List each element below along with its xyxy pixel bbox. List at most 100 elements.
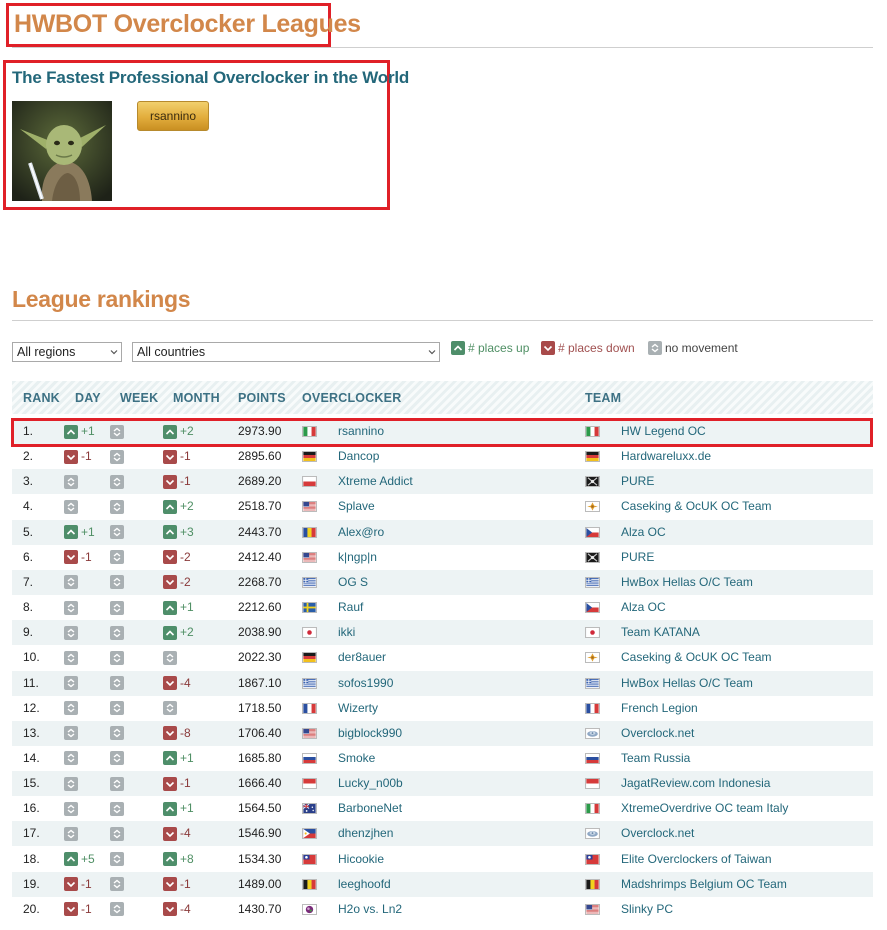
team-link[interactable]: Team Russia: [621, 746, 690, 771]
overclocker-link[interactable]: Smoke: [338, 746, 375, 771]
country-flag-icon: [302, 451, 317, 463]
points-cell: 2268.70: [238, 574, 282, 589]
team-link[interactable]: Madshrimps Belgium OC Team: [621, 872, 787, 897]
col-points[interactable]: POINTS: [238, 391, 286, 405]
week-cell: [110, 696, 124, 721]
team-link[interactable]: Overclock.net: [621, 721, 694, 746]
no-movement-icon: [110, 449, 124, 464]
country-select[interactable]: All countries: [132, 342, 440, 362]
overclocker-link[interactable]: dhenzjhen: [338, 821, 393, 846]
overclocker-link[interactable]: Xtreme Addict: [338, 469, 413, 494]
team-flag-icon: [585, 652, 600, 664]
day-change: +5: [81, 851, 95, 866]
team-flag-icon: [585, 828, 600, 840]
month-change: +3: [180, 524, 194, 539]
leader-avatar[interactable]: [12, 101, 112, 201]
arrow-down-icon: [163, 550, 177, 565]
no-movement-icon: [64, 701, 78, 716]
overclocker-link[interactable]: Dancop: [338, 444, 379, 469]
overclocker-link[interactable]: Wizerty: [338, 696, 378, 721]
overclocker-link[interactable]: bigblock990: [338, 721, 402, 746]
team-link[interactable]: Hardwareluxx.de: [621, 444, 711, 469]
month-change: -4: [180, 675, 191, 690]
team-link[interactable]: Slinky PC: [621, 897, 673, 922]
team-link[interactable]: Caseking & OcUK OC Team: [621, 645, 772, 670]
arrow-down-icon: [541, 341, 555, 355]
table-row: 15. -1 1666.40 Lucky_n00b JagatReview.com In…: [12, 771, 873, 797]
no-movement-icon: [110, 625, 124, 640]
no-movement-icon: [163, 701, 177, 716]
table-row: 2. -1 -1 2895.60 Dancop Hardwareluxx.de: [12, 444, 873, 469]
month-change: -2: [180, 574, 191, 589]
no-movement-icon: [64, 625, 78, 640]
day-cell: [64, 721, 78, 746]
region-select[interactable]: All regions: [12, 342, 122, 362]
legend-up: # places up: [451, 341, 529, 355]
col-month[interactable]: MONTH: [173, 391, 220, 405]
week-cell: [110, 545, 124, 570]
overclocker-link[interactable]: Lucky_n00b: [338, 771, 403, 796]
col-day[interactable]: DAY: [75, 391, 101, 405]
points-cell: 2689.20: [238, 474, 282, 489]
overclocker-link[interactable]: der8auer: [338, 645, 386, 670]
country-flag-icon: [302, 602, 317, 614]
rank-cell: 3.: [23, 474, 34, 489]
day-cell: -1: [64, 444, 92, 469]
month-cell: +2: [163, 494, 194, 519]
month-cell: -8: [163, 721, 191, 746]
rank-cell: 13.: [23, 725, 40, 740]
no-movement-icon: [64, 676, 78, 690]
points-cell: 1666.40: [238, 776, 282, 791]
overclocker-link[interactable]: leeghoofd: [338, 872, 391, 897]
week-cell: [110, 721, 124, 746]
overclocker-link[interactable]: k|ngp|n: [338, 545, 377, 570]
day-cell: [64, 696, 78, 721]
table-row: 14. +1 1685.80 Smoke Team Russia: [12, 746, 873, 771]
day-cell: -1: [64, 545, 92, 570]
points-cell: 2038.90: [238, 625, 282, 640]
team-link[interactable]: HwBox Hellas O/C Team: [621, 671, 753, 696]
arrow-down-icon: [163, 726, 177, 741]
col-team[interactable]: TEAM: [585, 391, 621, 405]
col-rank[interactable]: RANK: [23, 391, 60, 405]
overclocker-link[interactable]: Alex@ro: [338, 520, 384, 545]
overclocker-link[interactable]: Hicookie: [338, 847, 384, 872]
month-cell: -2: [163, 570, 191, 595]
arrow-up-icon: [163, 625, 177, 640]
team-link[interactable]: HwBox Hellas O/C Team: [621, 570, 753, 595]
no-movement-icon: [110, 525, 124, 540]
team-link[interactable]: Team KATANA: [621, 620, 700, 645]
rank-cell: 5.: [23, 524, 34, 539]
team-flag-icon: [585, 853, 600, 865]
team-link[interactable]: Alza OC: [621, 595, 666, 620]
team-flag-icon: [585, 551, 600, 563]
rank-cell: 4.: [23, 499, 34, 514]
team-link[interactable]: Caseking & OcUK OC Team: [621, 494, 772, 519]
overclocker-link[interactable]: Splave: [338, 494, 375, 519]
team-link[interactable]: French Legion: [621, 696, 698, 721]
col-week[interactable]: WEEK: [120, 391, 158, 405]
day-cell: [64, 771, 78, 796]
overclocker-link[interactable]: H2o vs. Ln2: [338, 897, 402, 922]
team-link[interactable]: Alza OC: [621, 520, 666, 545]
rank-cell: 14.: [23, 750, 40, 765]
overclocker-link[interactable]: sofos1990: [338, 671, 393, 696]
table-row: 9. +2 2038.90 ikki Team KATANA: [12, 620, 873, 646]
overclocker-link[interactable]: ikki: [338, 620, 355, 645]
arrow-up-icon: [64, 525, 78, 540]
team-link[interactable]: JagatReview.com Indonesia: [621, 771, 770, 796]
rank-cell: 19.: [23, 876, 40, 891]
overclocker-link[interactable]: BarboneNet: [338, 796, 402, 821]
week-cell: [110, 494, 124, 519]
leader-button[interactable]: rsannino: [137, 101, 209, 131]
team-link[interactable]: Overclock.net: [621, 821, 694, 846]
team-link[interactable]: PURE: [621, 545, 654, 570]
team-link[interactable]: Elite Overclockers of Taiwan: [621, 847, 772, 872]
arrow-down-icon: [163, 474, 177, 489]
overclocker-link[interactable]: Rauf: [338, 595, 363, 620]
team-link[interactable]: XtremeOverdrive OC team Italy: [621, 796, 788, 821]
col-overclocker[interactable]: OVERCLOCKER: [302, 391, 401, 405]
overclocker-link[interactable]: OG S: [338, 570, 368, 595]
no-movement-icon: [64, 600, 78, 615]
team-link[interactable]: PURE: [621, 469, 654, 494]
